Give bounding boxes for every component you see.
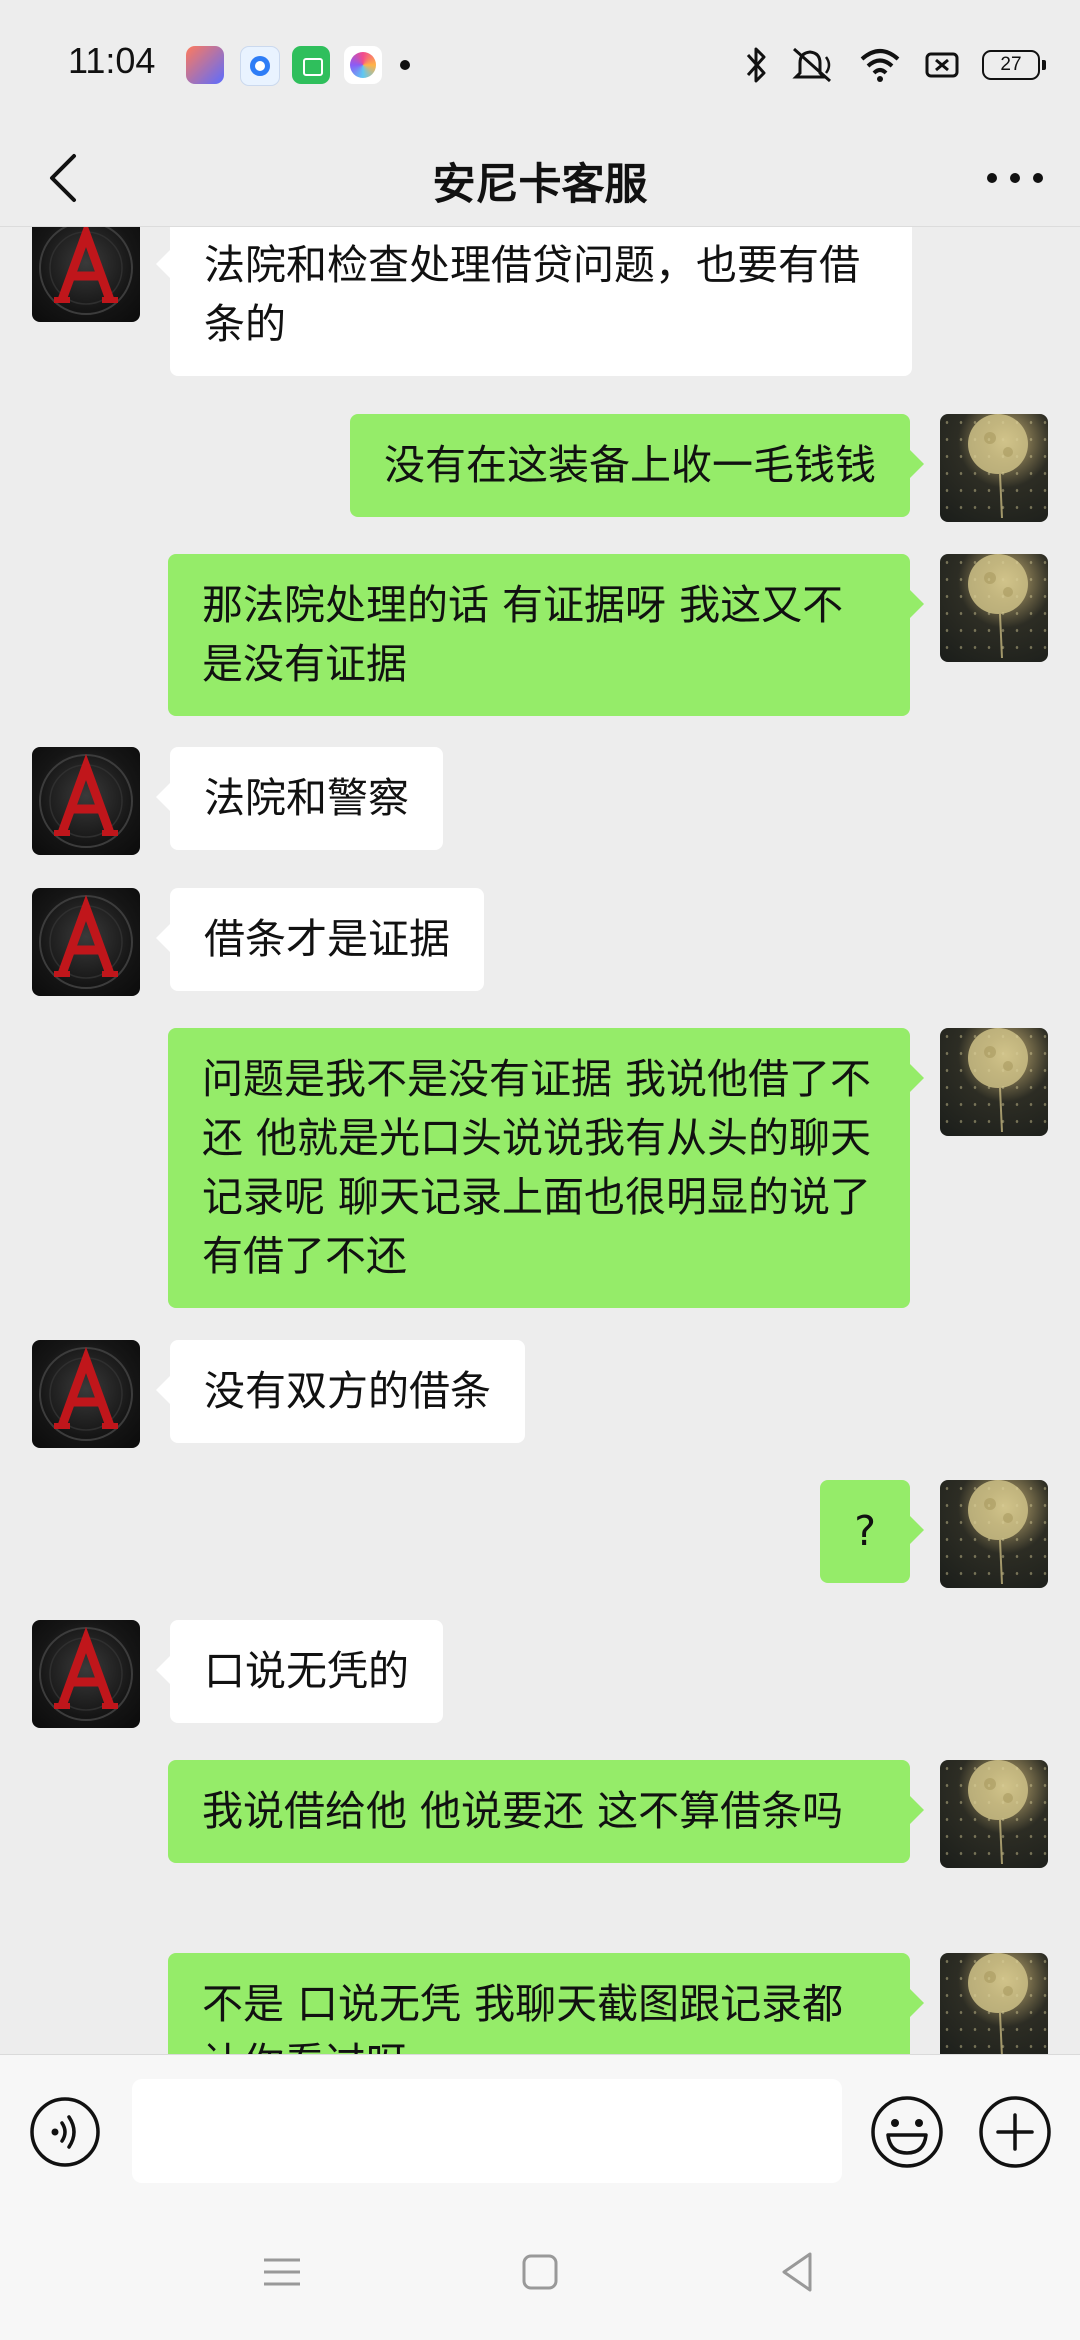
service-avatar[interactable]	[32, 888, 140, 996]
my-avatar[interactable]	[940, 1760, 1048, 1868]
message-bubble-sent[interactable]: 不是 口说无凭 我聊天截图跟记录都让你看过呀	[168, 1953, 924, 2054]
message-bubble-received[interactable]: 没有双方的借条	[156, 1340, 525, 1443]
my-avatar[interactable]	[940, 1028, 1048, 1136]
chat-input-bar	[0, 2054, 1080, 2205]
red-a-logo-icon	[39, 227, 133, 315]
system-navigation-bar	[0, 2204, 1080, 2340]
message-bubble-sent[interactable]: 那法院处理的话 有证据呀 我这又不是没有证据	[168, 554, 924, 716]
home-button[interactable]	[508, 2240, 572, 2304]
wifi-icon	[858, 45, 902, 85]
service-avatar[interactable]	[32, 1340, 140, 1448]
app-notification-icon	[186, 46, 224, 84]
status-time: 11:04	[68, 40, 156, 81]
more-notifications-dot-icon	[400, 60, 410, 70]
red-a-logo-icon	[39, 753, 133, 848]
message-bubble-received[interactable]: 法院和警察	[156, 747, 443, 850]
status-bar: 11:04 27	[0, 0, 1080, 130]
more-dots-icon	[987, 173, 1043, 183]
moon-avatar-icon	[968, 414, 1028, 519]
my-avatar[interactable]	[940, 554, 1048, 662]
moon-avatar-icon	[968, 554, 1028, 659]
chat-title: 安尼卡客服	[432, 160, 648, 210]
my-avatar[interactable]	[940, 1953, 1048, 2054]
bluetooth-icon	[744, 45, 768, 85]
message-bubble-sent[interactable]: 没有在这装备上收一毛钱钱	[350, 414, 924, 517]
square-icon	[522, 2254, 558, 2290]
emoji-button[interactable]	[868, 2093, 946, 2171]
message-bubble-received[interactable]: 法院和检查处理借贷问题，也要有借条的	[156, 227, 912, 376]
menu-icon	[264, 2258, 300, 2286]
message-bubble-sent[interactable]: ?	[820, 1480, 924, 1583]
shopping-icon	[292, 46, 330, 84]
service-avatar[interactable]	[32, 747, 140, 855]
battery-icon: 27	[982, 50, 1046, 80]
system-back-button[interactable]	[766, 2240, 830, 2304]
red-a-logo-icon	[39, 1626, 133, 1721]
message-bubble-received[interactable]: 口说无凭的	[156, 1620, 443, 1723]
recent-apps-button[interactable]	[250, 2240, 314, 2304]
smiley-icon	[871, 2096, 943, 2168]
more-functions-button[interactable]	[976, 2093, 1054, 2171]
moon-avatar-icon	[968, 1028, 1028, 1133]
chat-message-list[interactable]: 法院和检查处理借贷问题，也要有借条的 没有在这装备上收一毛钱钱 那法院处理的话 …	[0, 227, 1080, 2054]
message-input[interactable]	[132, 2079, 842, 2183]
more-options-button[interactable]	[978, 142, 1052, 214]
message-bubble-sent[interactable]: 问题是我不是没有证据 我说他借了不还 他就是光口头说说我有从头的聊天记录呢 聊天…	[168, 1028, 924, 1308]
voice-icon	[30, 2097, 100, 2167]
voice-input-button[interactable]	[28, 2095, 102, 2169]
message-bubble-received[interactable]: 借条才是证据	[156, 888, 484, 991]
chat-header: 安尼卡客服	[0, 130, 1080, 227]
browser-icon	[240, 46, 280, 86]
red-a-logo-icon	[39, 1346, 133, 1441]
status-indicators: 27	[744, 44, 1046, 86]
mute-icon	[790, 45, 836, 85]
moon-avatar-icon	[968, 1760, 1028, 1865]
service-avatar[interactable]	[32, 1620, 140, 1728]
moon-avatar-icon	[968, 1953, 1028, 2054]
gallery-icon	[344, 46, 382, 84]
plus-icon	[979, 2096, 1051, 2168]
sim-icon	[924, 45, 960, 85]
message-bubble-sent[interactable]: 我说借给他 他说要还 这不算借条吗	[168, 1760, 924, 1863]
red-a-logo-icon	[39, 894, 133, 989]
my-avatar[interactable]	[940, 414, 1048, 522]
service-avatar[interactable]	[32, 227, 140, 322]
my-avatar[interactable]	[940, 1480, 1048, 1588]
triangle-back-icon	[782, 2252, 812, 2292]
moon-avatar-icon	[968, 1480, 1028, 1585]
